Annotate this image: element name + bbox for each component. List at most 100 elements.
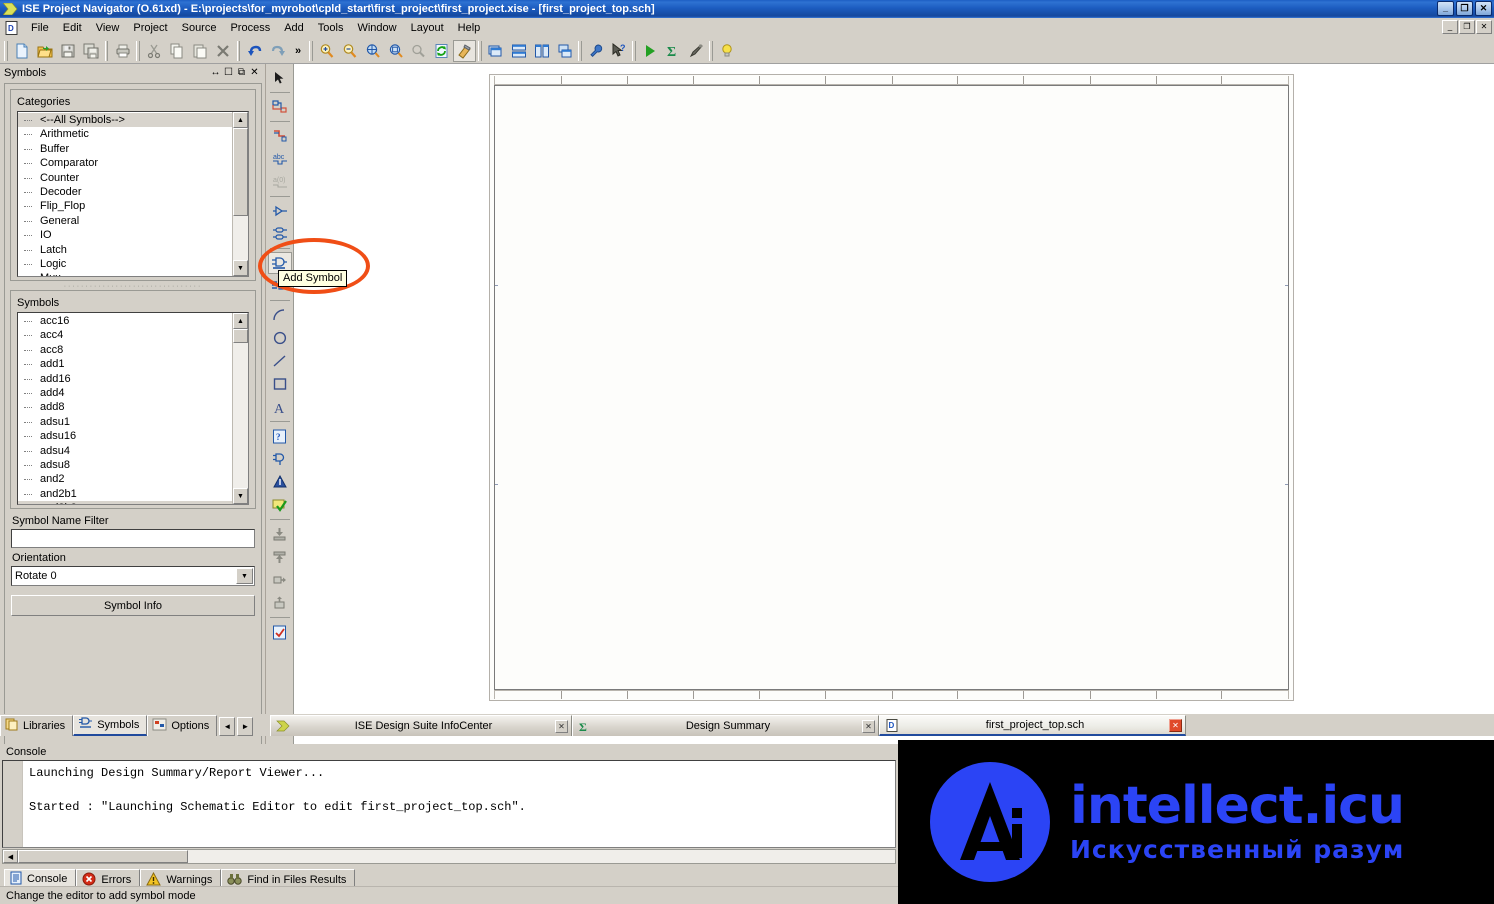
mdi-close-button[interactable]: ✕ [1476,20,1492,34]
menu-file[interactable]: File [24,20,56,36]
refresh-icon[interactable] [430,40,453,62]
find-icon[interactable] [407,40,430,62]
design-goals-icon[interactable] [453,39,477,62]
dock-arrows-icon[interactable]: ↔ [209,66,222,79]
draw-rectangle-icon[interactable] [268,373,292,395]
list-item[interactable]: Arithmetic [18,127,232,141]
tab-symbols[interactable]: Symbols [73,715,148,736]
symbols-listbox[interactable]: acc16 acc4 acc8 add1 add16 add4 add8 ads… [17,312,249,505]
menu-view[interactable]: View [89,20,127,36]
menu-add[interactable]: Add [277,20,311,36]
maximize-icon[interactable]: ☐ [222,66,235,79]
analyze-icon[interactable] [684,40,707,62]
toolbar-grip-3[interactable] [309,40,314,61]
save-icon[interactable] [56,40,79,62]
menu-layout[interactable]: Layout [404,20,451,36]
orientation-select[interactable]: Rotate 0 ▼ [11,566,255,586]
design-rule-check-icon[interactable] [268,621,292,643]
mdi-restore-button[interactable]: ❐ [1459,20,1475,34]
select-pointer-icon[interactable] [268,67,292,89]
open-file-icon[interactable] [33,40,56,62]
push-into-symbol-icon[interactable] [268,523,292,545]
add-net-name-icon[interactable]: abc [268,148,292,170]
list-item[interactable]: add8 [18,400,232,414]
close-icon[interactable]: ✕ [555,719,568,733]
menu-window[interactable]: Window [350,20,403,36]
list-item[interactable]: Counter [18,171,232,185]
console-hscrollbar[interactable]: ◀ [2,849,896,864]
tab-next-arrow-icon[interactable]: ► [237,717,254,736]
tip-bulb-icon[interactable] [715,40,738,62]
toolbar-grip-7[interactable] [709,40,714,61]
list-item[interactable]: and2 [18,472,232,486]
list-item[interactable]: adsu4 [18,444,232,458]
save-all-icon[interactable] [79,40,102,62]
list-item[interactable]: acc16 [18,314,232,328]
scroll-up-arrow-icon[interactable]: ▲ [233,313,248,329]
chevron-down-icon[interactable]: ▼ [236,568,253,584]
paste-icon[interactable] [188,40,211,62]
zoom-selection-icon[interactable] [384,40,407,62]
scroll-track[interactable] [233,128,248,260]
list-item[interactable]: adsu1 [18,415,232,429]
list-item[interactable]: Decoder [18,185,232,199]
list-item[interactable]: adsu16 [18,429,232,443]
symbol-wizard-icon[interactable]: ? [268,425,292,447]
new-file-icon[interactable] [10,40,33,62]
toolbar-grip[interactable] [4,40,8,61]
preferences-wrench-icon[interactable] [584,40,607,62]
print-icon[interactable] [111,40,134,62]
menu-source[interactable]: Source [175,20,224,36]
delete-icon[interactable] [211,40,234,62]
tile-vertical-icon[interactable] [530,40,553,62]
list-item[interactable]: Buffer [18,142,232,156]
menu-project[interactable]: Project [126,20,174,36]
menu-process[interactable]: Process [223,20,277,36]
summary-sigma-icon[interactable]: Σ [661,40,684,62]
tab-prev-arrow-icon[interactable]: ◄ [219,717,236,736]
annotate-icon[interactable] [268,494,292,516]
list-item[interactable]: and2b1 [18,487,232,501]
list-item[interactable]: add4 [18,386,232,400]
scroll-left-arrow-icon[interactable]: ◀ [3,850,18,863]
close-icon[interactable]: ✕ [248,66,261,79]
float-icon[interactable]: ⧉ [235,66,248,79]
zoom-out-icon[interactable] [338,40,361,62]
close-button[interactable]: ✕ [1475,1,1492,16]
toolbar-overflow-chevron[interactable]: » [289,45,307,57]
doc-tab-infocenter[interactable]: ISE Design Suite InfoCenter ✕ [270,715,572,736]
panel-splitter[interactable]: ································ [10,283,256,290]
undo-icon[interactable] [243,40,266,62]
add-bus-name-icon[interactable]: a(0) [268,171,292,193]
console-output[interactable]: Launching Design Summary/Report Viewer..… [2,760,896,848]
copy-icon[interactable] [165,40,188,62]
list-item[interactable]: and2b2 [18,501,232,504]
add-bus-tap-icon[interactable] [268,125,292,147]
list-item[interactable]: Logic [18,257,232,271]
toolbar-grip-6[interactable] [632,40,637,61]
doc-tab-first-project-top-sch[interactable]: D first_project_top.sch ✕ [879,715,1186,736]
list-item[interactable]: General [18,214,232,228]
cascade-windows-icon[interactable] [484,40,507,62]
draw-line-icon[interactable] [268,350,292,372]
scroll-down-arrow-icon[interactable]: ▼ [233,488,248,504]
symbol-info-button[interactable]: Symbol Info [11,595,255,616]
add-text-icon[interactable]: A [268,396,292,418]
draw-arc-icon[interactable] [268,304,292,326]
toolbar-grip-4[interactable] [478,40,483,61]
list-item[interactable]: add16 [18,372,232,386]
scroll-thumb[interactable] [18,850,188,863]
list-item[interactable]: Flip_Flop [18,199,232,213]
scroll-down-arrow-icon[interactable]: ▼ [233,260,248,276]
list-item[interactable]: Latch [18,243,232,257]
check-schematic-icon[interactable] [268,471,292,493]
tile-horizontal-icon[interactable] [507,40,530,62]
schematic-canvas[interactable] [294,64,1494,748]
redo-icon[interactable] [266,40,289,62]
list-item[interactable]: Mux [18,271,232,276]
add-wire-icon[interactable] [268,96,292,118]
scroll-thumb[interactable] [233,329,248,343]
create-symbol-icon[interactable] [268,448,292,470]
categories-scrollbar[interactable]: ▲ ▼ [232,112,248,276]
list-item[interactable]: acc4 [18,328,232,342]
